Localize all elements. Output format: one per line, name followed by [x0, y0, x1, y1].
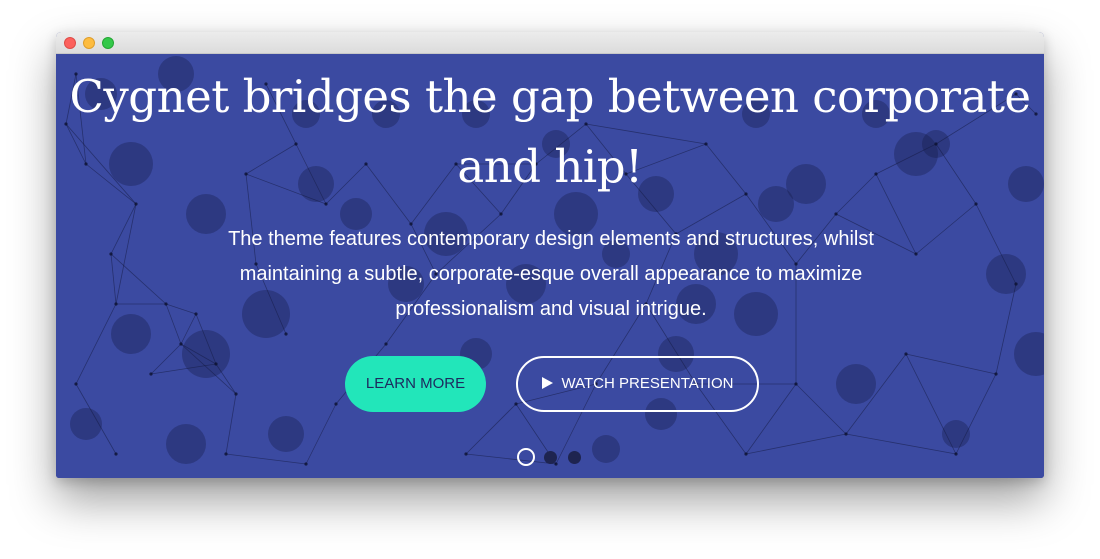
window-titlebar: [56, 32, 1044, 54]
network-point: [114, 452, 118, 456]
network-point: [794, 382, 798, 386]
network-point: [194, 312, 198, 316]
network-link: [225, 393, 237, 455]
minimize-window-button[interactable]: [83, 37, 95, 49]
network-point: [954, 452, 958, 456]
network-link: [75, 303, 117, 385]
network-point: [324, 202, 328, 206]
learn-more-label: LEARN MORE: [365, 375, 466, 392]
network-point: [844, 432, 848, 436]
network-point: [834, 212, 838, 216]
lead-line-3: professionalism and visual intrigue.: [395, 298, 707, 320]
lead-line-1: The theme features contemporary design e…: [228, 228, 874, 250]
play-icon: [541, 377, 553, 389]
network-point: [224, 452, 228, 456]
network-point: [1014, 282, 1018, 286]
network-link: [845, 433, 957, 455]
hero-section: Cygnet bridges the gap between corporate…: [56, 54, 1044, 478]
network-link: [915, 203, 977, 255]
network-point: [334, 402, 338, 406]
network-point: [284, 332, 288, 336]
network-point: [149, 372, 153, 376]
close-window-button[interactable]: [64, 37, 76, 49]
network-node: [1014, 332, 1044, 376]
hero-headline: Cygnet bridges the gap between corporate…: [56, 62, 1044, 202]
watch-presentation-button[interactable]: WATCH PRESENTATION: [516, 356, 759, 412]
network-point: [974, 202, 978, 206]
network-link: [745, 433, 847, 455]
network-point: [514, 402, 518, 406]
network-node: [268, 416, 304, 452]
maximize-window-button[interactable]: [102, 37, 114, 49]
network-point: [164, 302, 168, 306]
network-link: [905, 353, 997, 375]
network-point: [109, 252, 113, 256]
network-node: [70, 408, 102, 440]
network-point: [234, 392, 238, 396]
network-point: [914, 252, 918, 256]
network-link: [165, 303, 197, 315]
slide-indicator-3[interactable]: [568, 451, 581, 464]
network-point: [744, 452, 748, 456]
network-node: [182, 330, 230, 378]
network-point: [304, 462, 308, 466]
network-link: [995, 283, 1017, 375]
network-point: [134, 202, 138, 206]
network-link: [110, 253, 167, 305]
network-link: [165, 303, 182, 345]
network-point: [904, 352, 908, 356]
network-node: [166, 424, 206, 464]
network-link: [110, 253, 117, 305]
network-node: [592, 435, 620, 463]
network-node: [942, 420, 970, 448]
headline-line-1: Cygnet bridges the gap between corporate: [69, 70, 1031, 123]
network-link: [115, 203, 137, 305]
network-node: [836, 364, 876, 404]
network-point: [74, 382, 78, 386]
network-point: [179, 342, 183, 346]
network-point: [994, 372, 998, 376]
network-point: [114, 302, 118, 306]
slide-indicators: [517, 448, 587, 468]
watch-presentation-label: WATCH PRESENTATION: [561, 375, 734, 392]
lead-line-2: maintaining a subtle, corporate-esque ov…: [239, 263, 863, 285]
headline-line-2: and hip!: [457, 140, 643, 193]
network-node: [986, 254, 1026, 294]
slide-indicator-2[interactable]: [544, 451, 557, 464]
slide-indicator-1[interactable]: [517, 448, 535, 466]
network-link: [150, 343, 182, 375]
hero-lead-text: The theme features contemporary design e…: [201, 222, 901, 327]
browser-window: Cygnet bridges the gap between corporate…: [56, 32, 1044, 478]
network-link: [305, 403, 337, 465]
network-link: [110, 203, 137, 255]
network-point: [214, 362, 218, 366]
network-link: [465, 403, 517, 455]
network-link: [225, 453, 307, 465]
network-point: [464, 452, 468, 456]
network-point: [499, 212, 503, 216]
network-node: [111, 314, 151, 354]
learn-more-button[interactable]: LEARN MORE: [345, 356, 486, 412]
network-point: [384, 342, 388, 346]
